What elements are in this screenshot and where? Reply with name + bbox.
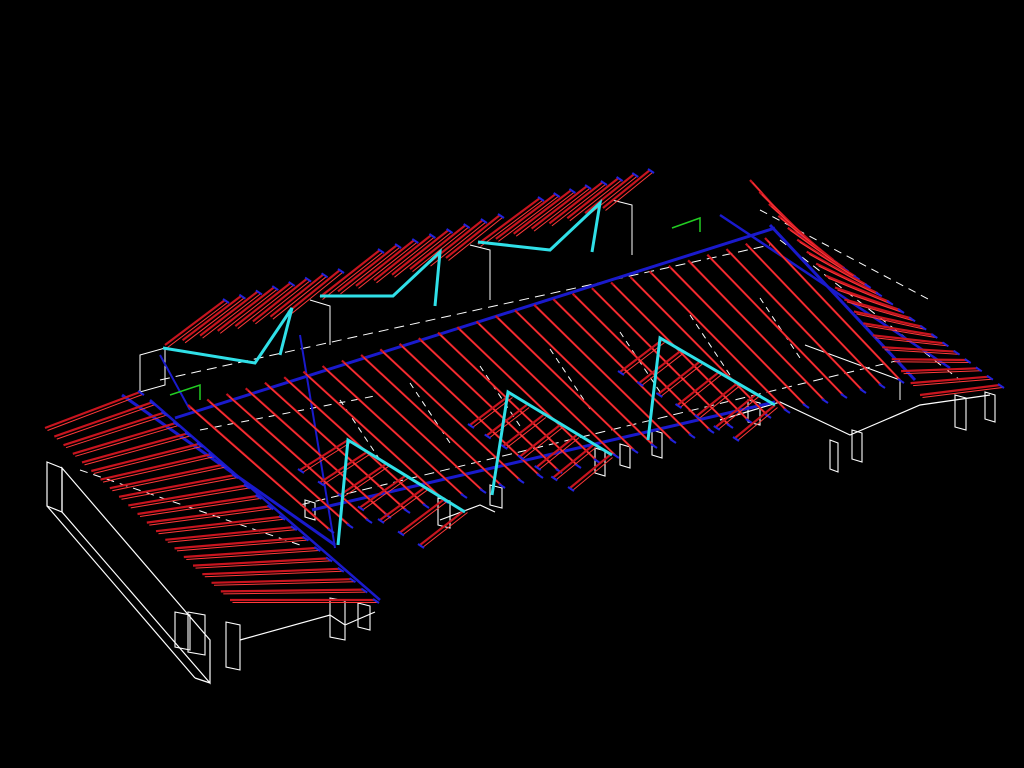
side-wall-right xyxy=(804,344,901,400)
rafter-tail xyxy=(631,448,639,454)
rafter-edge xyxy=(538,437,580,470)
right-hip-ridge xyxy=(768,223,917,382)
rafter xyxy=(269,273,325,318)
rafter xyxy=(787,226,846,270)
rafter xyxy=(128,484,246,507)
rafter-edge xyxy=(394,232,452,278)
right-fascia xyxy=(719,213,951,370)
rafter-edge xyxy=(505,417,547,449)
rafter-tail xyxy=(802,403,810,409)
post xyxy=(829,439,839,473)
rafter xyxy=(676,371,720,406)
rafter-edge xyxy=(219,289,278,334)
rafter-edge xyxy=(237,285,294,329)
rafter-edge xyxy=(412,227,469,272)
rafter xyxy=(165,526,293,541)
rafter-tail xyxy=(346,523,354,529)
ceiling-joist xyxy=(409,382,451,444)
front-dormer-valley xyxy=(490,389,613,496)
rafter-tail xyxy=(460,493,468,499)
rafter-tail xyxy=(821,398,829,404)
rafter-tail xyxy=(726,423,734,429)
rafter xyxy=(217,286,275,332)
ucs-marker-left xyxy=(169,383,201,400)
rafter-tail xyxy=(403,508,411,514)
rafter-tail xyxy=(897,378,905,384)
post xyxy=(851,429,863,463)
main-ridge xyxy=(174,226,776,420)
post xyxy=(329,597,346,641)
rafter-tail xyxy=(479,488,487,494)
rafter-edge xyxy=(533,188,590,232)
rafter xyxy=(445,214,501,259)
rafter-edge xyxy=(572,457,613,491)
rafter-tail xyxy=(878,383,886,389)
post xyxy=(619,443,631,469)
rafter xyxy=(252,277,308,323)
rafter xyxy=(815,262,879,295)
ceiling-joist xyxy=(759,297,801,359)
rafter-edge xyxy=(223,591,366,595)
rafter-edge xyxy=(376,237,435,284)
back-wall-segment xyxy=(309,299,331,345)
rafter-edge xyxy=(202,293,261,339)
rafter-edge xyxy=(488,407,530,439)
back-wall-segment xyxy=(611,199,633,255)
rafter-tail xyxy=(422,503,430,509)
rafter-tail xyxy=(517,478,525,484)
post xyxy=(225,621,241,671)
rafter xyxy=(287,269,341,313)
rafter-tail xyxy=(688,433,696,439)
ucs-marker-right xyxy=(671,216,701,232)
cad-viewport[interactable] xyxy=(0,0,1024,768)
rafter-tail xyxy=(707,428,715,434)
rafter-edge xyxy=(184,297,245,344)
back-wall-segment xyxy=(469,244,491,300)
rafter xyxy=(919,383,1001,397)
rafter-tail xyxy=(574,463,582,469)
rafter-edge xyxy=(167,302,228,348)
rafter xyxy=(566,177,620,220)
rafter-tail xyxy=(783,408,791,414)
rafter-tail xyxy=(365,518,373,524)
rafter xyxy=(419,509,466,546)
rafter xyxy=(359,474,408,509)
rafter xyxy=(891,358,967,362)
post xyxy=(984,391,996,423)
rafter-edge xyxy=(894,361,970,363)
rafter-tail xyxy=(536,473,544,479)
rafter-tail xyxy=(612,453,620,459)
rafter xyxy=(202,567,340,576)
rafter-tail xyxy=(859,388,867,394)
end-wall-left xyxy=(46,461,63,513)
rafter-edge xyxy=(515,192,575,237)
front-sill xyxy=(239,611,376,641)
rafter xyxy=(901,367,978,373)
rafter-tail xyxy=(669,438,677,444)
roof-framing-model xyxy=(44,168,1005,685)
rafters xyxy=(44,168,1005,604)
rafter-tail xyxy=(840,393,848,399)
back-post-left xyxy=(139,347,166,393)
rafter-edge xyxy=(340,247,400,295)
rafter xyxy=(548,181,604,225)
rafter-edge xyxy=(448,217,503,261)
rafter xyxy=(220,588,364,593)
